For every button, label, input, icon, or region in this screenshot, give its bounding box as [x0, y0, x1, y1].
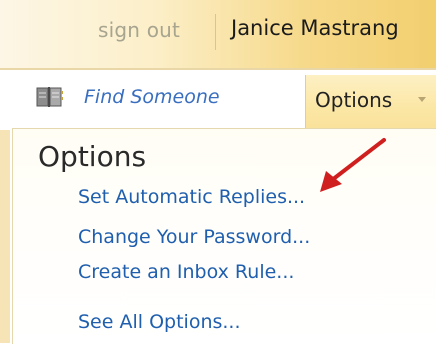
chevron-down-icon[interactable] [418, 97, 426, 102]
set-automatic-replies-link[interactable]: Set Automatic Replies... [78, 186, 305, 208]
find-someone-link[interactable]: Find Someone [84, 86, 220, 108]
user-display-name: Janice Mastrang [231, 16, 399, 40]
change-password-link[interactable]: Change Your Password... [78, 226, 310, 248]
sign-out-link[interactable]: sign out [98, 18, 180, 42]
see-all-options-link[interactable]: See All Options... [78, 311, 241, 333]
header-separator [215, 14, 216, 50]
options-tab-label[interactable]: Options [315, 88, 392, 112]
address-book-icon[interactable] [36, 86, 64, 108]
left-edge-strip [0, 130, 10, 343]
options-menu-title: Options [38, 140, 147, 173]
create-inbox-rule-link[interactable]: Create an Inbox Rule... [78, 261, 294, 283]
